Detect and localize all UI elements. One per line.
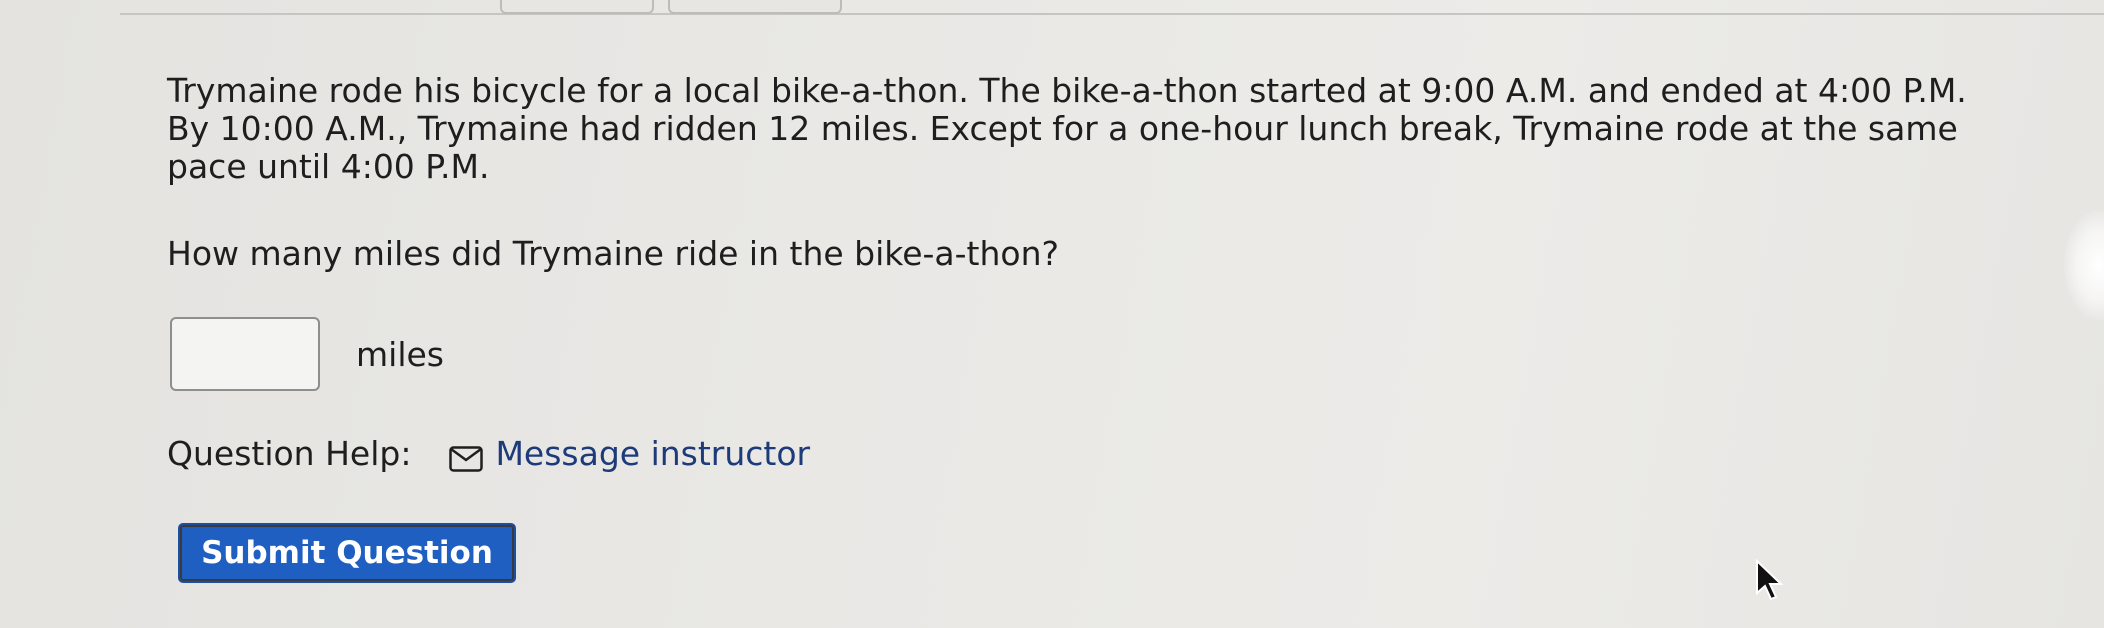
question-help-label: Question Help:: [167, 434, 412, 473]
answer-input[interactable]: [170, 317, 320, 391]
submit-question-button[interactable]: Submit Question: [178, 523, 516, 583]
top-tab-left[interactable]: [500, 0, 654, 14]
question-help: Question Help: Message instructor: [167, 434, 810, 473]
mouse-cursor-icon: [1755, 558, 1787, 603]
screen-glare: [2064, 210, 2104, 320]
answer-row: miles: [170, 317, 444, 391]
question-prompt: How many miles did Trymaine ride in the …: [167, 234, 1060, 273]
top-divider: [120, 13, 2104, 15]
question-text: Trymaine rode his bicycle for a local bi…: [167, 71, 1967, 186]
top-tab-right[interactable]: [668, 0, 842, 14]
answer-units: miles: [356, 334, 444, 374]
mail-icon[interactable]: [449, 441, 484, 472]
message-instructor-link[interactable]: Message instructor: [495, 434, 810, 473]
